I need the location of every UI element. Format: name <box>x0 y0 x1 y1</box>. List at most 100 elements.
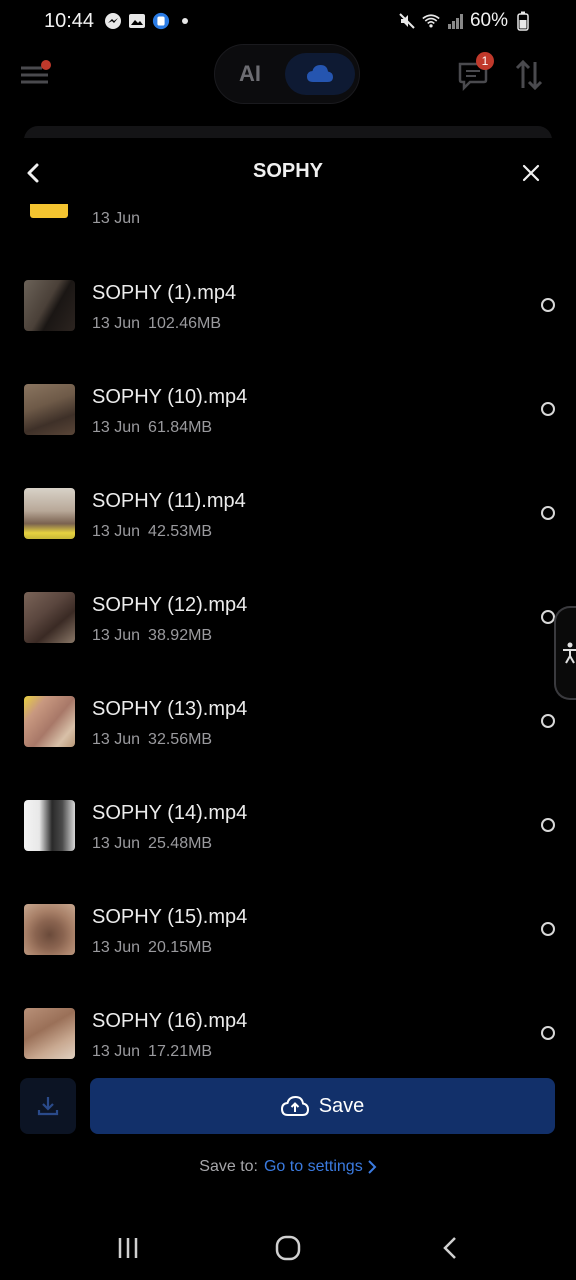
menu-icon[interactable] <box>20 60 52 88</box>
video-thumbnail <box>24 488 75 539</box>
file-name: SOPHY (15).mp4 <box>92 906 248 928</box>
select-radio[interactable] <box>541 1026 555 1040</box>
file-date: 13 Jun <box>92 419 141 436</box>
go-to-settings-link[interactable]: Go to settings <box>264 1158 363 1175</box>
video-thumbnail <box>24 800 75 851</box>
file-size: 20.15MB <box>148 939 213 956</box>
list-item[interactable]: SOPHY (12).mp4 13 Jun 38.92MB <box>0 580 576 684</box>
save-to-row: Save to: Go to settings <box>0 1158 576 1176</box>
sheet-title: SOPHY <box>252 160 324 182</box>
close-button[interactable] <box>516 158 546 188</box>
status-left-icons <box>104 12 194 30</box>
message-badge: 1 <box>476 52 494 70</box>
mode-cloud-tab[interactable] <box>285 53 355 95</box>
file-meta: 13 Jun 32.56MB <box>92 731 220 749</box>
gallery-icon <box>128 12 146 30</box>
download-icon <box>37 1097 59 1116</box>
list-item-partial[interactable]: 13 Jun <box>0 204 576 236</box>
video-thumbnail <box>24 280 75 331</box>
select-radio[interactable] <box>541 922 555 936</box>
battery-icon <box>514 11 532 31</box>
download-button[interactable] <box>20 1078 76 1134</box>
nav-back-button[interactable] <box>430 1232 470 1264</box>
file-date: 13 Jun <box>92 835 141 852</box>
file-date: 13 Jun <box>92 523 141 540</box>
select-radio[interactable] <box>541 818 555 832</box>
file-date: 13 Jun <box>92 939 141 956</box>
select-radio[interactable] <box>541 402 555 416</box>
file-date: 13 Jun <box>92 1043 141 1060</box>
list-item[interactable]: SOPHY (16).mp4 13 Jun 17.21MB <box>0 996 576 1074</box>
close-icon <box>522 164 540 182</box>
video-thumbnail <box>24 592 75 643</box>
app-bar: AI 1 <box>0 42 576 112</box>
system-nav-bar <box>0 1216 576 1280</box>
mode-ai-tab[interactable]: AI <box>239 61 261 87</box>
select-radio[interactable] <box>541 714 555 728</box>
file-size: 61.84MB <box>148 419 213 436</box>
file-name: SOPHY (16).mp4 <box>92 1010 248 1032</box>
select-radio[interactable] <box>541 298 555 312</box>
folder-thumbnail <box>30 204 68 218</box>
list-item[interactable]: SOPHY (13).mp4 13 Jun 32.56MB <box>0 684 576 788</box>
file-date: 13 Jun <box>92 315 141 332</box>
file-name: SOPHY (11).mp4 <box>92 490 246 512</box>
wifi-icon <box>422 12 440 30</box>
battery-percent: 60% <box>469 10 508 31</box>
file-size: 102.46MB <box>148 315 221 332</box>
recents-button[interactable] <box>108 1232 148 1264</box>
file-meta: 13 Jun 42.53MB <box>92 523 220 541</box>
file-date: 13 Jun <box>92 210 141 227</box>
file-size: 25.48MB <box>148 835 213 852</box>
file-meta: 13 Jun 25.48MB <box>92 835 220 853</box>
file-name: SOPHY (1).mp4 <box>92 282 237 304</box>
mode-switcher: AI <box>214 44 360 104</box>
cloud-icon <box>307 65 333 82</box>
file-name: SOPHY (10).mp4 <box>92 386 248 408</box>
file-date: 13 Jun <box>92 627 141 644</box>
list-item[interactable]: SOPHY (15).mp4 13 Jun 20.15MB <box>0 892 576 996</box>
app-icon <box>152 12 170 30</box>
file-size: 38.92MB <box>148 627 213 644</box>
file-name: SOPHY (12).mp4 <box>92 594 248 616</box>
list-item[interactable]: SOPHY (14).mp4 13 Jun 25.48MB <box>0 788 576 892</box>
status-bar: 10:44 60% <box>0 0 576 42</box>
accessibility-icon <box>563 642 576 664</box>
sort-icon[interactable] <box>512 58 546 92</box>
select-radio[interactable] <box>541 506 555 520</box>
list-item[interactable]: SOPHY (10).mp4 13 Jun 61.84MB <box>0 372 576 476</box>
file-date: 13 Jun <box>92 731 141 748</box>
chevron-right-icon <box>367 1160 377 1174</box>
home-icon <box>275 1235 301 1261</box>
status-right: 60% <box>398 0 532 42</box>
accessibility-button[interactable] <box>554 606 576 700</box>
file-size: 32.56MB <box>148 731 213 748</box>
file-meta: 13 Jun 17.21MB <box>92 1043 220 1061</box>
file-size: 17.21MB <box>148 1043 213 1060</box>
file-list[interactable]: 13 Jun SOPHY (1).mp4 13 Jun 102.46MB SOPH… <box>0 204 576 1074</box>
file-meta: 13 Jun 61.84MB <box>92 419 220 437</box>
save-to-label: Save to: <box>199 1158 258 1175</box>
video-thumbnail <box>24 696 75 747</box>
file-name: SOPHY (14).mp4 <box>92 802 248 824</box>
cloud-upload-icon <box>280 1095 309 1116</box>
messenger-icon <box>104 12 122 30</box>
file-meta: 13 Jun 20.15MB <box>92 939 220 957</box>
save-button[interactable]: Save <box>90 1078 555 1134</box>
save-button-label: Save <box>318 1094 365 1117</box>
video-thumbnail <box>24 384 75 435</box>
file-meta: 13 Jun 102.46MB <box>92 315 229 333</box>
file-name: SOPHY (13).mp4 <box>92 698 248 720</box>
back-icon <box>443 1237 456 1259</box>
list-item[interactable]: SOPHY (11).mp4 13 Jun 42.53MB <box>0 476 576 580</box>
mute-icon <box>398 12 416 30</box>
sheet-header: SOPHY <box>0 138 576 204</box>
status-time: 10:44 <box>44 9 95 32</box>
dot-icon <box>176 12 194 30</box>
file-size: 42.53MB <box>148 523 213 540</box>
video-thumbnail <box>24 1008 75 1059</box>
select-radio[interactable] <box>541 610 555 624</box>
file-meta: 13 Jun 38.92MB <box>92 627 220 645</box>
list-item[interactable]: SOPHY (1).mp4 13 Jun 102.46MB <box>0 268 576 372</box>
home-button[interactable] <box>268 1232 308 1264</box>
